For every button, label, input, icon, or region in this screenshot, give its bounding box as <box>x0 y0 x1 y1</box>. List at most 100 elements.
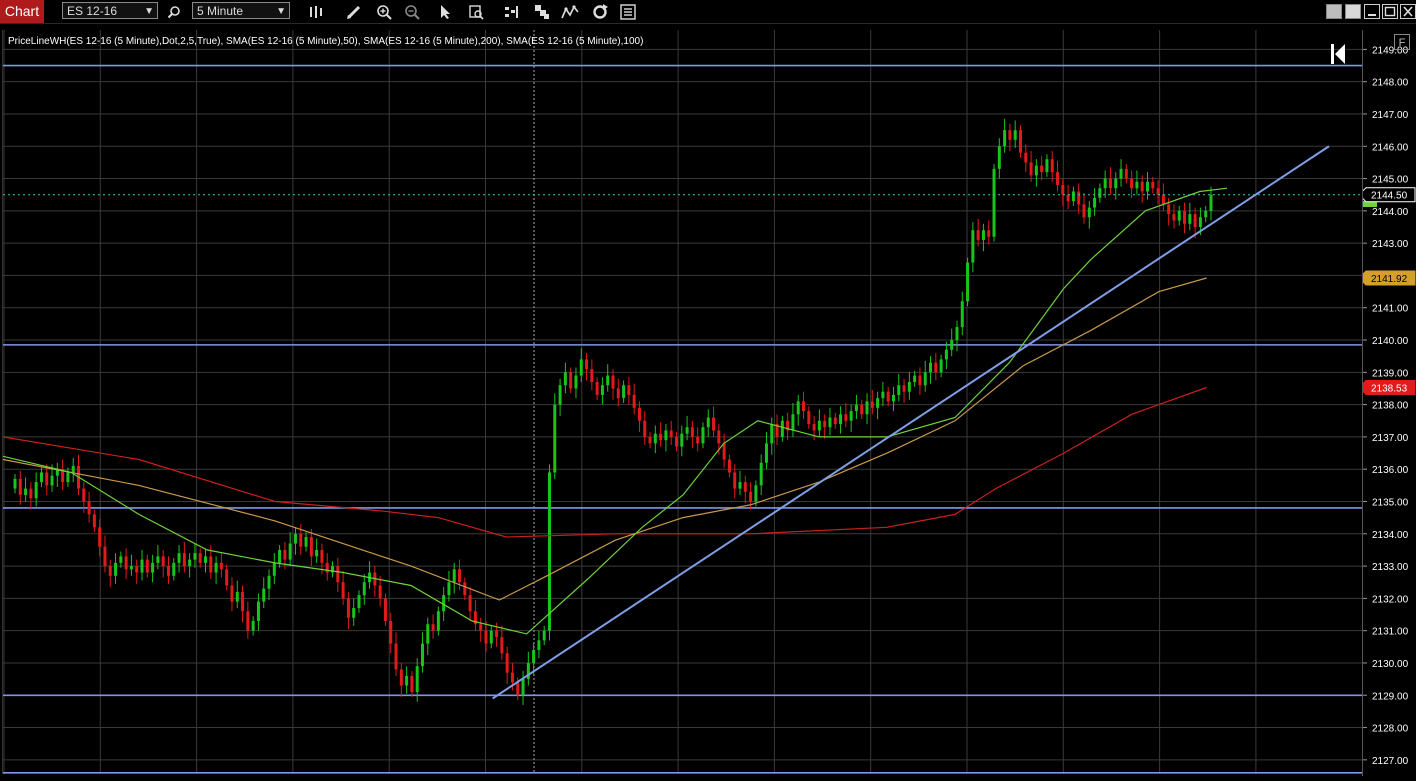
candle-body <box>452 569 456 583</box>
candle-body <box>156 556 160 563</box>
candle-body <box>66 472 70 483</box>
properties-icon[interactable] <box>618 2 638 21</box>
reload-icon[interactable] <box>590 2 610 21</box>
minimize-button[interactable] <box>1364 4 1380 19</box>
candle-body <box>823 420 827 428</box>
candle-body <box>1209 194 1213 211</box>
axis-tick-label: 2129.00 <box>1372 691 1409 702</box>
candle-body <box>1061 185 1065 195</box>
zoom-out-icon[interactable] <box>402 2 422 21</box>
data-box-icon[interactable] <box>466 2 486 21</box>
candle-body <box>860 404 864 415</box>
indicators-icon[interactable] <box>560 2 580 21</box>
candle-body <box>114 562 118 576</box>
candle-body <box>431 624 435 631</box>
candle-body <box>1013 130 1017 140</box>
pencil-icon[interactable] <box>344 2 364 21</box>
price-tag-label: 2144.50 <box>1371 191 1408 202</box>
candle-body <box>1056 172 1060 186</box>
axis-tick-label: 2133.00 <box>1372 562 1409 573</box>
axis-tick-label: 2138.00 <box>1372 401 1409 412</box>
candle-body <box>955 327 959 341</box>
axis-tick-label: 2141.00 <box>1372 304 1409 315</box>
candle-body <box>929 362 933 373</box>
candle-body <box>479 624 483 631</box>
candle-body <box>1193 214 1197 227</box>
candle-body <box>129 566 133 570</box>
chart-toolbar: Chart ES 12-16 ▼ 5 Minute ▼ <box>0 0 1416 24</box>
close-button[interactable] <box>1400 4 1416 19</box>
candle-body <box>510 672 514 683</box>
candle-body <box>521 679 525 696</box>
candle-body <box>283 549 287 560</box>
scroll-to-start-icon[interactable] <box>1330 43 1348 65</box>
axis-tick-label: 2135.00 <box>1372 497 1409 508</box>
axis-tick-label: 2130.00 <box>1372 659 1409 670</box>
candle-body <box>24 488 28 496</box>
bar-style-icon[interactable] <box>306 2 326 21</box>
axis-tick-label: 2127.00 <box>1372 756 1409 767</box>
price-chart[interactable] <box>2 30 1363 774</box>
interval-select[interactable]: 5 Minute ▼ <box>192 2 290 19</box>
candle-body <box>399 669 403 686</box>
candle-body <box>172 562 176 576</box>
zoom-in-icon[interactable] <box>374 2 394 21</box>
symbol-select[interactable]: ES 12-16 ▼ <box>62 2 158 19</box>
candle-body <box>749 491 753 502</box>
candle-body <box>251 620 255 631</box>
candle-body <box>780 420 784 437</box>
axis-tick-label: 2145.00 <box>1372 175 1409 186</box>
candle-body <box>542 630 546 641</box>
candle-body <box>378 585 382 599</box>
maximize-button[interactable] <box>1382 4 1398 19</box>
candle-body <box>547 472 551 631</box>
chart-tab[interactable]: Chart <box>0 0 44 23</box>
candle-body <box>923 372 927 386</box>
chart-panel[interactable] <box>2 30 1363 774</box>
indicator-title: PriceLineWH(ES 12-16 (5 Minute),Dot,2,5,… <box>8 36 644 47</box>
candle-body <box>267 575 271 589</box>
candle-body <box>140 559 144 573</box>
candle-body <box>600 385 604 395</box>
templates-icon[interactable] <box>532 2 552 21</box>
candle-body <box>1188 214 1192 224</box>
strategies-icon[interactable] <box>502 2 522 21</box>
candle-body <box>1114 178 1118 189</box>
price-axis[interactable]: 2149.00 2148.00 2147.00 2146.00 2145.00 2144.… <box>1358 30 1416 776</box>
pointer-icon[interactable] <box>436 2 456 21</box>
candle-body <box>1183 210 1187 224</box>
candle-body <box>1172 214 1176 221</box>
candle-body <box>103 546 107 567</box>
candle-body <box>553 404 557 473</box>
candle-body <box>1130 178 1134 189</box>
candle-body <box>807 411 811 424</box>
candle-body <box>997 146 1001 169</box>
format-button[interactable]: F <box>1394 34 1410 50</box>
candle-body <box>1161 194 1165 205</box>
axis-tick-label: 2144.00 <box>1372 207 1409 218</box>
candle-body <box>241 591 245 612</box>
tile-alt-button[interactable] <box>1345 4 1361 19</box>
candle-body <box>950 340 954 350</box>
candle-body <box>685 427 689 434</box>
candle-body <box>675 436 679 447</box>
candle-body <box>907 382 911 392</box>
candle-body <box>1008 130 1012 140</box>
candle-body <box>579 359 583 376</box>
sma-200-line <box>2 386 1207 538</box>
candle-body <box>299 533 303 547</box>
candle-body <box>1119 168 1123 179</box>
candle-body <box>166 566 170 576</box>
candle-body <box>71 465 75 473</box>
candle-body <box>680 433 684 447</box>
candle-body <box>45 472 49 486</box>
tile-button[interactable] <box>1326 4 1342 19</box>
axis-tick-label: 2128.00 <box>1372 724 1409 735</box>
candle-body <box>1066 194 1070 202</box>
candle-body <box>839 414 843 424</box>
candle-body <box>881 391 885 399</box>
search-icon[interactable] <box>164 2 184 21</box>
axis-tick-label: 2148.00 <box>1372 78 1409 89</box>
candle-body <box>341 582 345 599</box>
candle-body <box>29 488 33 499</box>
